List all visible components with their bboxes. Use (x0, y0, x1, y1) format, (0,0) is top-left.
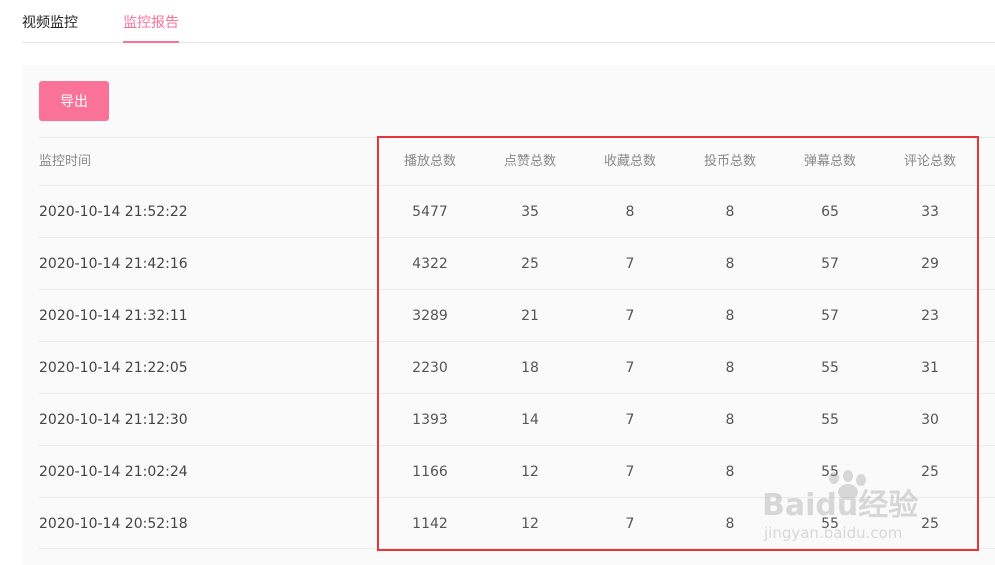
cell-likes: 12 (521, 464, 539, 480)
cell-plays: 1142 (412, 516, 448, 532)
report-panel: 导出 监控时间 播放总数 点赞总数 收藏总数 投币总数 弹幕总数 评论总数 20… (22, 65, 995, 565)
cell-coins: 8 (725, 516, 735, 532)
header-comments: 评论总数 (903, 154, 956, 169)
cell-likes: 14 (521, 412, 539, 428)
cell-danmaku: 57 (821, 308, 839, 324)
header-plays: 播放总数 (403, 154, 456, 169)
cell-plays: 5477 (412, 204, 448, 220)
cell-comments: 33 (921, 204, 939, 220)
table-header-row: 监控时间 播放总数 点赞总数 收藏总数 投币总数 弹幕总数 评论总数 (39, 137, 995, 185)
cell-plays: 1393 (412, 412, 448, 428)
cell-comments: 31 (921, 360, 939, 376)
cell-likes: 12 (521, 516, 539, 532)
cell-favorites: 7 (625, 464, 635, 480)
cell-favorites: 7 (625, 308, 635, 324)
cell-time: 2020-10-14 21:12:30 (39, 412, 188, 428)
cell-danmaku: 57 (821, 256, 839, 272)
export-button[interactable]: 导出 (39, 81, 109, 121)
table-row: 2020-10-14 21:02:24 1166 12 7 8 55 25 (39, 445, 995, 497)
cell-favorites: 7 (625, 256, 635, 272)
cell-likes: 21 (521, 308, 539, 324)
cell-danmaku: 55 (821, 360, 839, 376)
header-coins: 投币总数 (703, 154, 756, 169)
cell-comments: 25 (921, 516, 939, 532)
cell-time: 2020-10-14 20:52:18 (39, 516, 188, 532)
cell-likes: 25 (521, 256, 539, 272)
header-likes: 点赞总数 (503, 154, 556, 169)
tab-bar: 视频监控 监控报告 (22, 0, 995, 43)
table-row: 2020-10-14 21:32:11 3289 21 7 8 57 23 (39, 289, 995, 341)
table-row: 2020-10-14 20:52:18 1142 12 7 8 55 25 (39, 497, 995, 549)
cell-danmaku: 55 (821, 464, 839, 480)
cell-favorites: 7 (625, 360, 635, 376)
cell-time: 2020-10-14 21:42:16 (39, 256, 188, 272)
cell-coins: 8 (725, 464, 735, 480)
cell-likes: 18 (521, 360, 539, 376)
table-row: 2020-10-14 21:12:30 1393 14 7 8 55 30 (39, 393, 995, 445)
cell-comments: 23 (921, 308, 939, 324)
cell-coins: 8 (725, 256, 735, 272)
cell-time: 2020-10-14 21:32:11 (39, 308, 188, 324)
tab-video-monitor[interactable]: 视频监控 (22, 14, 78, 43)
table-row: 2020-10-14 21:52:22 5477 35 8 8 65 33 (39, 185, 995, 237)
cell-favorites: 7 (625, 516, 635, 532)
cell-favorites: 7 (625, 412, 635, 428)
cell-likes: 35 (521, 204, 539, 220)
cell-plays: 2230 (412, 360, 448, 376)
header-monitor-time: 监控时间 (39, 154, 92, 169)
cell-plays: 3289 (412, 308, 448, 324)
cell-plays: 1166 (412, 464, 448, 480)
cell-coins: 8 (725, 412, 735, 428)
cell-favorites: 8 (625, 204, 635, 220)
cell-plays: 4322 (412, 256, 448, 272)
header-danmaku: 弹幕总数 (803, 154, 856, 169)
cell-comments: 25 (921, 464, 939, 480)
header-favorites: 收藏总数 (603, 154, 656, 169)
cell-comments: 29 (921, 256, 939, 272)
cell-danmaku: 55 (821, 516, 839, 532)
cell-time: 2020-10-14 21:22:05 (39, 360, 188, 376)
table-row: 2020-10-14 21:22:05 2230 18 7 8 55 31 (39, 341, 995, 393)
tab-monitor-report[interactable]: 监控报告 (123, 14, 179, 43)
report-table: 监控时间 播放总数 点赞总数 收藏总数 投币总数 弹幕总数 评论总数 2020-… (39, 137, 995, 549)
cell-coins: 8 (725, 308, 735, 324)
cell-coins: 8 (725, 360, 735, 376)
cell-coins: 8 (725, 204, 735, 220)
cell-danmaku: 65 (821, 204, 839, 220)
cell-comments: 30 (921, 412, 939, 428)
cell-time: 2020-10-14 21:02:24 (39, 464, 188, 480)
table-row: 2020-10-14 21:42:16 4322 25 7 8 57 29 (39, 237, 995, 289)
cell-danmaku: 55 (821, 412, 839, 428)
cell-time: 2020-10-14 21:52:22 (39, 204, 188, 220)
